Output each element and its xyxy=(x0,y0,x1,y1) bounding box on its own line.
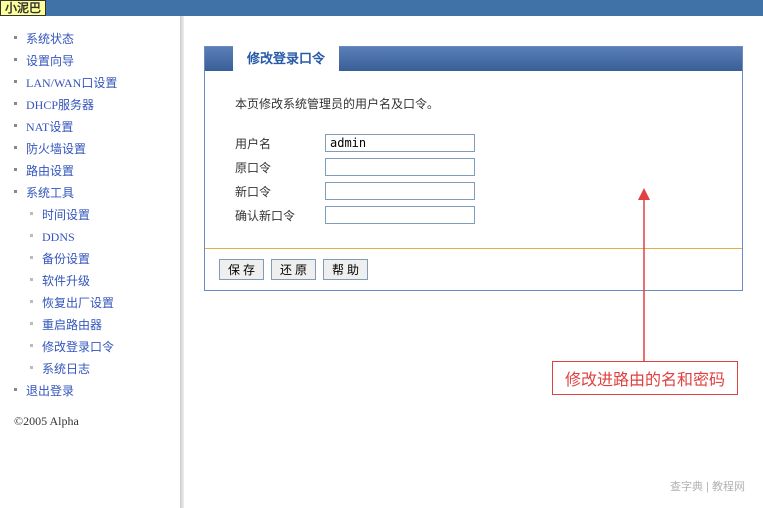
sidebar-link[interactable]: 备份设置 xyxy=(42,252,90,266)
copyright-text: ©2005 Alpha xyxy=(14,414,176,429)
restore-button[interactable]: 还 原 xyxy=(271,259,316,280)
sidebar-link[interactable]: 软件升级 xyxy=(42,274,90,288)
sidebar-item-12[interactable]: 恢复出厂设置 xyxy=(4,292,176,314)
sidebar-link[interactable]: 系统工具 xyxy=(26,186,74,200)
sidebar-item-8[interactable]: 时间设置 xyxy=(4,204,176,226)
sidebar-item-5[interactable]: 防火墙设置 xyxy=(4,138,176,160)
sidebar-item-15[interactable]: 系统日志 xyxy=(4,358,176,380)
sidebar-link[interactable]: 路由设置 xyxy=(26,164,74,178)
label-confirm-password: 确认新口令 xyxy=(235,207,325,224)
sidebar-item-13[interactable]: 重启路由器 xyxy=(4,314,176,336)
panel-title: 修改登录口令 xyxy=(233,44,339,71)
layout: 系统状态设置向导 LAN/WAN口设置 DHCP服务器 NAT设置防火墙设置路由设置系… xyxy=(0,16,763,508)
row-new-password: 新口令 xyxy=(235,182,712,200)
sidebar-link[interactable]: NAT设置 xyxy=(26,120,73,134)
sidebar-link[interactable]: 修改登录口令 xyxy=(42,340,114,354)
sidebar-link[interactable]: 设置向导 xyxy=(26,54,74,68)
panel-footer: 保 存 还 原 帮 助 xyxy=(205,249,742,290)
sidebar-item-6[interactable]: 路由设置 xyxy=(4,160,176,182)
row-confirm-password: 确认新口令 xyxy=(235,206,712,224)
sidebar-item-11[interactable]: 软件升级 xyxy=(4,270,176,292)
watermark: 查字典 | 教程网 xyxy=(670,478,745,494)
sidebar-link[interactable]: 系统日志 xyxy=(42,362,90,376)
label-username: 用户名 xyxy=(235,135,325,152)
sidebar-item-7[interactable]: 系统工具 xyxy=(4,182,176,204)
save-button[interactable]: 保 存 xyxy=(219,259,264,280)
sidebar-item-2[interactable]: LAN/WAN口设置 xyxy=(4,72,176,94)
sidebar-item-1[interactable]: 设置向导 xyxy=(4,50,176,72)
settings-panel: 修改登录口令 本页修改系统管理员的用户名及口令。 用户名 原口令 新口令 确认新… xyxy=(204,46,743,291)
sidebar-item-10[interactable]: 备份设置 xyxy=(4,248,176,270)
input-old-password[interactable] xyxy=(325,158,475,176)
annotation-box: 修改进路由的名和密码 xyxy=(552,361,738,395)
sidebar-link[interactable]: 防火墙设置 xyxy=(26,142,86,156)
sidebar-item-3[interactable]: DHCP服务器 xyxy=(4,94,176,116)
panel-body: 本页修改系统管理员的用户名及口令。 用户名 原口令 新口令 确认新口令 xyxy=(205,71,742,249)
sidebar-link[interactable]: 重启路由器 xyxy=(42,318,102,332)
input-new-password[interactable] xyxy=(325,182,475,200)
sidebar-item-16[interactable]: 退出登录 xyxy=(4,380,176,402)
sidebar-item-4[interactable]: NAT设置 xyxy=(4,116,176,138)
sidebar-link[interactable]: 退出登录 xyxy=(26,384,74,398)
help-button[interactable]: 帮 助 xyxy=(323,259,368,280)
input-username[interactable] xyxy=(325,134,475,152)
sidebar-item-9[interactable]: DDNS xyxy=(4,226,176,248)
sidebar-link[interactable]: DDNS xyxy=(42,230,75,244)
panel-description: 本页修改系统管理员的用户名及口令。 xyxy=(235,95,712,112)
sidebar-link[interactable]: 恢复出厂设置 xyxy=(42,296,114,310)
row-username: 用户名 xyxy=(235,134,712,152)
header-bar: 小泥巴 xyxy=(0,0,763,16)
label-old-password: 原口令 xyxy=(235,159,325,176)
sidebar-item-0[interactable]: 系统状态 xyxy=(4,28,176,50)
row-old-password: 原口令 xyxy=(235,158,712,176)
main-content: 修改登录口令 本页修改系统管理员的用户名及口令。 用户名 原口令 新口令 确认新… xyxy=(184,16,763,508)
sidebar-link[interactable]: 时间设置 xyxy=(42,208,90,222)
brand-tab: 小泥巴 xyxy=(0,0,46,16)
sidebar-link[interactable]: 系统状态 xyxy=(26,32,74,46)
sidebar-item-14[interactable]: 修改登录口令 xyxy=(4,336,176,358)
panel-header: 修改登录口令 xyxy=(205,47,742,71)
sidebar: 系统状态设置向导 LAN/WAN口设置 DHCP服务器 NAT设置防火墙设置路由设置系… xyxy=(0,16,180,508)
label-new-password: 新口令 xyxy=(235,183,325,200)
sidebar-link[interactable]: DHCP服务器 xyxy=(26,98,94,112)
input-confirm-password[interactable] xyxy=(325,206,475,224)
sidebar-link[interactable]: LAN/WAN口设置 xyxy=(26,76,117,90)
